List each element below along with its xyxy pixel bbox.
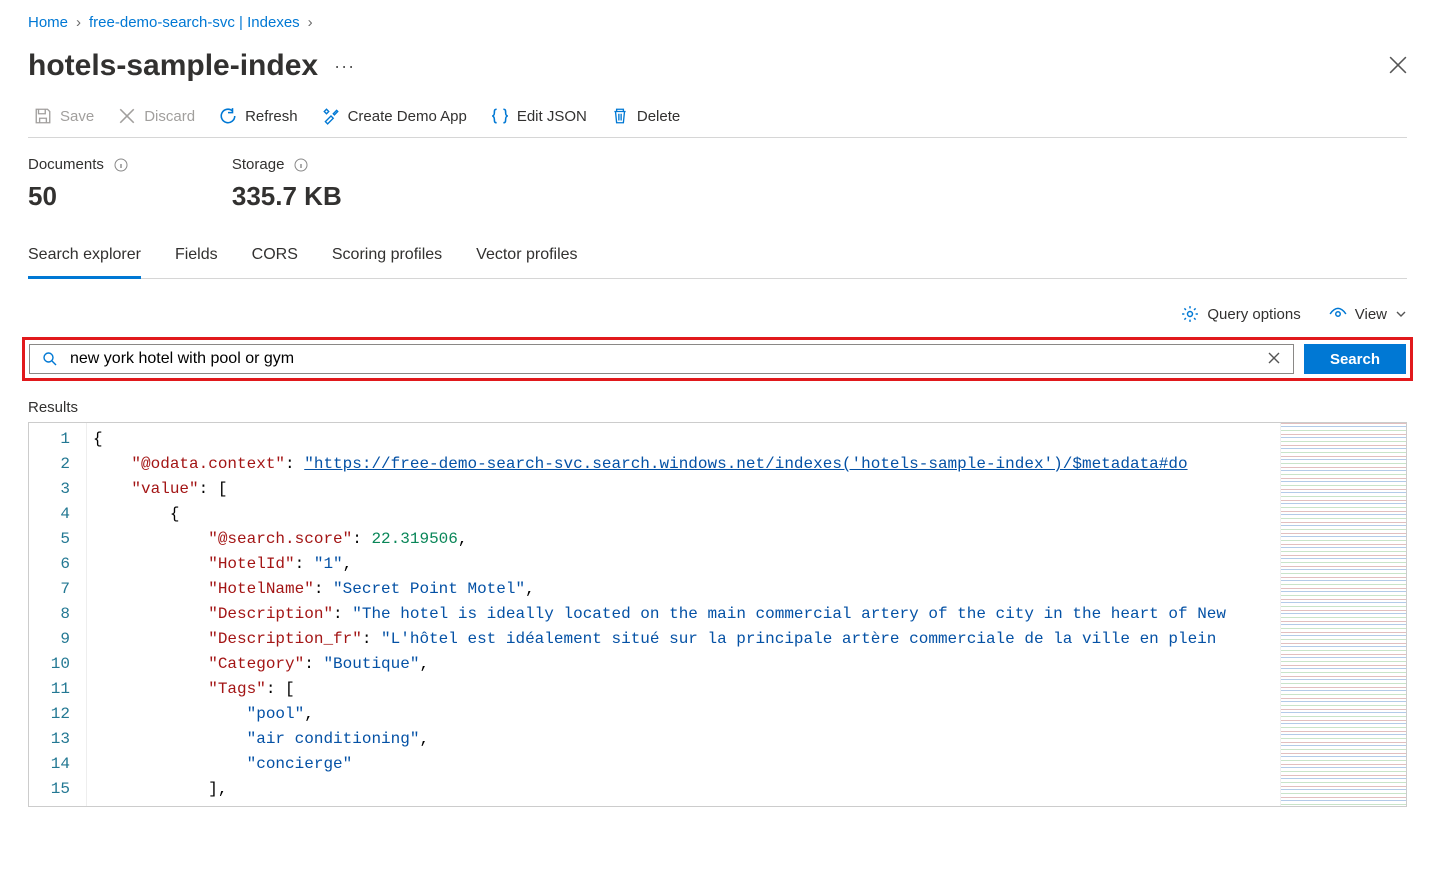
save-icon — [34, 107, 52, 125]
braces-icon — [491, 107, 509, 125]
clear-search-button[interactable] — [1267, 351, 1281, 368]
delete-button[interactable]: Delete — [605, 105, 686, 127]
discard-label: Discard — [144, 108, 195, 125]
create-demo-label: Create Demo App — [348, 108, 467, 125]
tabs: Search explorer Fields CORS Scoring profile… — [28, 236, 1407, 279]
code-content[interactable]: { "@odata.context": "https://free-demo-s… — [87, 423, 1280, 806]
chevron-right-icon: › — [308, 14, 313, 31]
edit-json-label: Edit JSON — [517, 108, 587, 125]
line-gutter: 123456789101112131415 — [29, 423, 87, 806]
tab-vector-profiles[interactable]: Vector profiles — [476, 236, 577, 278]
tab-cors[interactable]: CORS — [252, 236, 298, 278]
eye-icon — [1329, 305, 1347, 323]
stat-documents: Documents 50 — [28, 156, 128, 212]
tab-scoring-profiles[interactable]: Scoring profiles — [332, 236, 442, 278]
stat-storage: Storage 335.7 KB — [232, 156, 342, 212]
gear-icon — [1181, 305, 1199, 323]
refresh-button[interactable]: Refresh — [213, 105, 304, 127]
close-icon — [1389, 56, 1407, 74]
more-icon[interactable]: ··· — [334, 56, 355, 77]
results-editor[interactable]: 123456789101112131415 { "@odata.context"… — [28, 422, 1407, 807]
page-header: hotels-sample-index ··· — [0, 41, 1435, 105]
tools-icon — [322, 107, 340, 125]
chevron-down-icon — [1395, 308, 1407, 320]
search-box[interactable] — [29, 344, 1294, 374]
tab-fields[interactable]: Fields — [175, 236, 218, 278]
info-icon[interactable] — [294, 158, 308, 172]
results-label: Results — [28, 399, 1407, 416]
query-options-button[interactable]: Query options — [1181, 305, 1300, 323]
tab-search-explorer[interactable]: Search explorer — [28, 236, 141, 279]
close-icon — [1267, 351, 1281, 365]
breadcrumb-service[interactable]: free-demo-search-svc | Indexes — [89, 14, 300, 31]
storage-value: 335.7 KB — [232, 181, 342, 212]
page-title: hotels-sample-index — [28, 49, 318, 83]
toolbar: Save Discard Refresh Create Demo App Edi… — [28, 105, 1407, 138]
query-options-label: Query options — [1207, 306, 1300, 323]
info-icon[interactable] — [114, 158, 128, 172]
breadcrumb: Home › free-demo-search-svc | Indexes › — [0, 0, 1435, 41]
search-button[interactable]: Search — [1304, 344, 1406, 374]
discard-button[interactable]: Discard — [112, 105, 201, 127]
delete-label: Delete — [637, 108, 680, 125]
chevron-right-icon: › — [76, 14, 81, 31]
view-dropdown[interactable]: View — [1329, 305, 1407, 323]
save-button[interactable]: Save — [28, 105, 100, 127]
view-label: View — [1355, 306, 1387, 323]
documents-label: Documents — [28, 156, 104, 173]
options-row: Query options View — [0, 279, 1435, 337]
search-row-highlight: Search — [22, 337, 1413, 381]
edit-json-button[interactable]: Edit JSON — [485, 105, 593, 127]
storage-label: Storage — [232, 156, 285, 173]
minimap[interactable] — [1280, 423, 1406, 806]
refresh-label: Refresh — [245, 108, 298, 125]
breadcrumb-home[interactable]: Home — [28, 14, 68, 31]
delete-icon — [611, 107, 629, 125]
save-label: Save — [60, 108, 94, 125]
search-input[interactable] — [70, 350, 1255, 368]
close-button[interactable] — [1389, 56, 1407, 77]
discard-icon — [118, 107, 136, 125]
stats-row: Documents 50 Storage 335.7 KB — [0, 138, 1435, 236]
search-icon — [42, 351, 58, 367]
documents-value: 50 — [28, 181, 128, 212]
refresh-icon — [219, 107, 237, 125]
create-demo-button[interactable]: Create Demo App — [316, 105, 473, 127]
